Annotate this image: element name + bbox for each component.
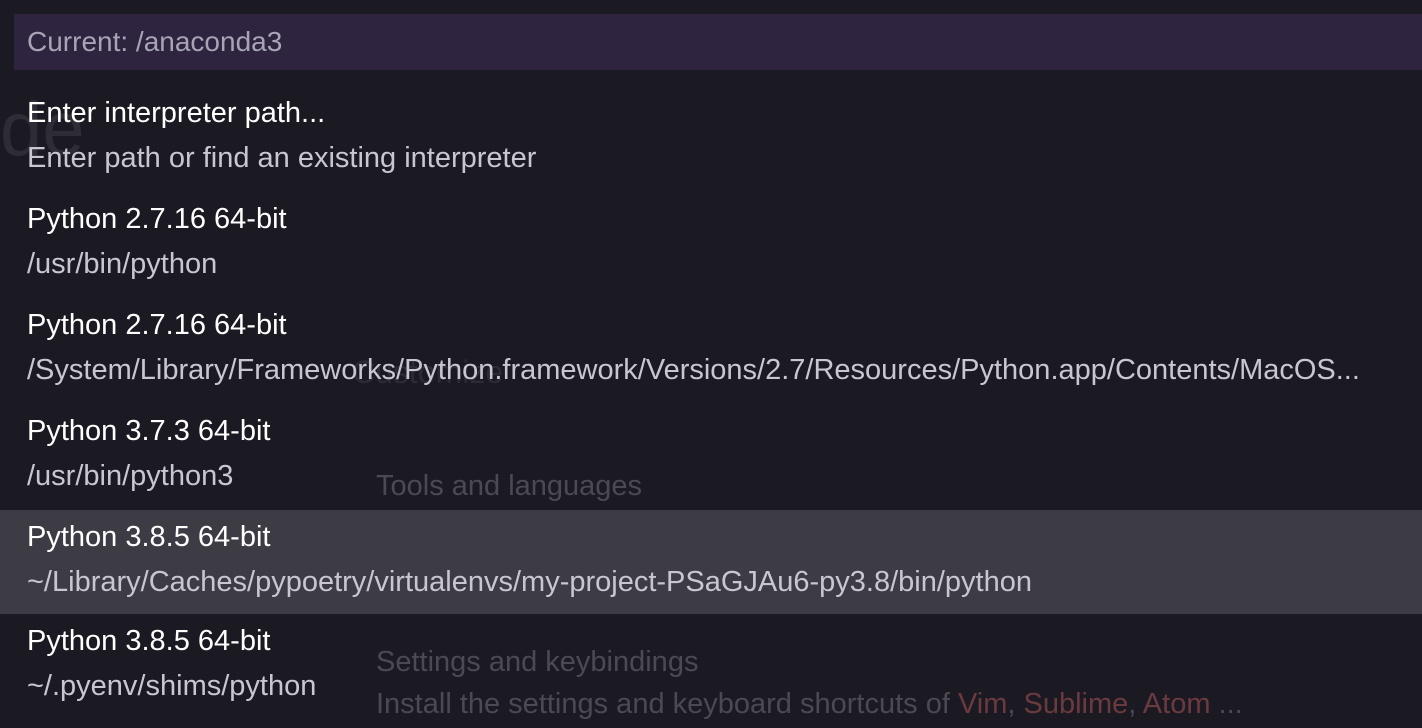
item-label: Python 3.8.5 64-bit bbox=[27, 625, 271, 657]
quick-pick-item-interpreter[interactable]: Python 2.7.16 64-bit /System/Library/Fra… bbox=[0, 300, 1422, 396]
item-description: /System/Library/Frameworks/Python.framew… bbox=[27, 356, 1360, 385]
item-label: Python 3.7.3 64-bit bbox=[27, 415, 271, 447]
item-description: ~/.pyenv/shims/python bbox=[27, 672, 317, 701]
quick-pick-item-interpreter-selected[interactable]: Python 3.8.5 64-bit ~/Library/Caches/pyp… bbox=[0, 510, 1422, 614]
interpreter-quick-pick: Enter interpreter path... Enter path or … bbox=[0, 0, 1422, 728]
item-label: Python 2.7.16 64-bit bbox=[27, 203, 287, 235]
item-description: /usr/bin/python bbox=[27, 250, 218, 279]
quick-pick-item-interpreter[interactable]: Python 2.7.16 64-bit /usr/bin/python bbox=[0, 194, 1422, 290]
item-description: /usr/bin/python3 bbox=[27, 462, 234, 491]
interpreter-search-input[interactable] bbox=[14, 14, 1422, 70]
vscode-window: de Customize Tools and languages Install… bbox=[0, 0, 1422, 728]
item-description: ~/Library/Caches/pypoetry/virtualenvs/my… bbox=[27, 568, 1033, 597]
item-label: Python 3.8.5 64-bit bbox=[27, 521, 271, 553]
item-label: Enter interpreter path... bbox=[27, 97, 326, 129]
quick-pick-item-interpreter[interactable]: Python 3.8.5 64-bit ~/.pyenv/shims/pytho… bbox=[0, 616, 1422, 720]
quick-pick-item-enter-path[interactable]: Enter interpreter path... Enter path or … bbox=[0, 88, 1422, 184]
quick-pick-item-interpreter[interactable]: Python 3.7.3 64-bit /usr/bin/python3 bbox=[0, 406, 1422, 502]
item-description: Enter path or find an existing interpret… bbox=[27, 144, 537, 173]
item-label: Python 2.7.16 64-bit bbox=[27, 309, 287, 341]
